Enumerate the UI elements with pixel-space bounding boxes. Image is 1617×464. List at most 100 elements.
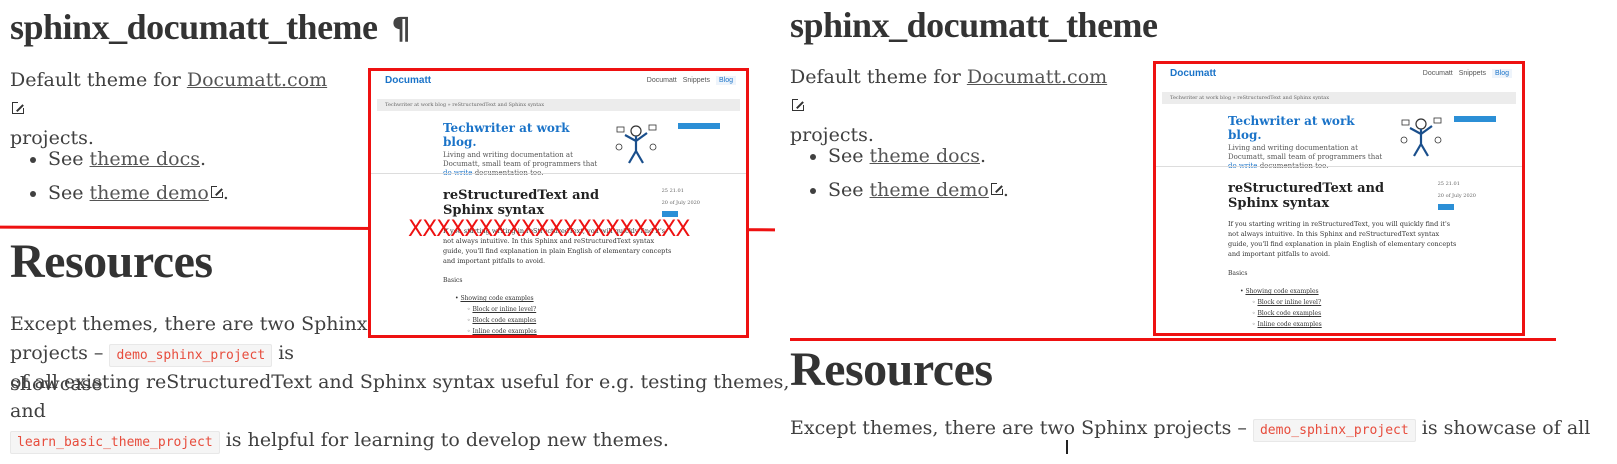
mock-toc-sub: ◦ Block or inline level? ◦ Block code exa… (467, 306, 537, 335)
text-cursor (1066, 440, 1068, 454)
theme-demo-link[interactable]: theme demo (90, 182, 209, 204)
mock-hero-title-a: Techwriter at work (443, 121, 570, 135)
red-x-marks: XXXXXXXXXXXXXXXXXXXX (408, 217, 690, 242)
resources-text: is showcase of all (1421, 417, 1591, 439)
mock-nav-item: Documatt (1422, 70, 1453, 77)
links-list: See theme docs. See theme demo. (790, 139, 1009, 207)
mock-nav-item: Blog (715, 76, 736, 85)
theme-docs-link[interactable]: theme docs (870, 145, 980, 167)
pilcrow-icon[interactable]: ¶ (392, 12, 411, 47)
mock-nav-item: Snippets (1458, 70, 1486, 77)
page-title: sphinx_documatt_theme (790, 5, 1158, 45)
list-item-text: See (828, 179, 870, 201)
mock-hero-title-b: blog. (443, 135, 477, 149)
mock-toc-sub: ◦ Block or inline level? ◦ Block code exa… (1252, 299, 1322, 328)
list-item: See theme demo. (828, 173, 1009, 207)
list-item: See theme docs. (48, 142, 229, 176)
mock-nav-item: Snippets (682, 77, 710, 84)
resources-text: Except themes, there are two Sphinx (10, 313, 368, 335)
code-learn-basic-theme-project: learn_basic_theme_project (10, 431, 220, 454)
external-link-icon (12, 101, 25, 114)
mock-toc-item: Showing code examples (460, 295, 534, 302)
code-demo-sphinx-project: demo_sphinx_project (1252, 419, 1416, 442)
mock-article-meta: 25 21.01 20 of July 2020 (1437, 178, 1476, 210)
list-item-text: See (48, 148, 90, 170)
intro-text: Default theme for (10, 69, 187, 91)
mock-nav-item: Documatt (646, 77, 677, 84)
mock-article-meta: 25 21.01 20 of July 2020 (661, 185, 700, 217)
documatt-link[interactable]: Documatt.com (187, 69, 327, 91)
external-link-icon (210, 185, 224, 198)
resources-heading: Resources (790, 343, 993, 396)
mock-toc-subitem: Inline code examples (1257, 321, 1322, 328)
mock-breadcrumb: Techwriter at work blog » reStructuredTe… (377, 99, 740, 111)
mock-article-title: reStructuredText and Sphinx syntax (1228, 181, 1385, 211)
list-item-text: See (48, 182, 90, 204)
mock-toc: • Showing code examples ◦ Block or inlin… (1240, 288, 1322, 328)
mock-twitter-button (678, 123, 720, 129)
list-item-punct: . (979, 145, 987, 167)
external-link-icon (792, 98, 805, 111)
mock-meta-1: 25 21.01 (1437, 181, 1460, 187)
intro-paragraph: Default theme for Documatt.com projects. (790, 63, 1110, 150)
resources-text: of all existing reStructuredText and Sph… (10, 371, 790, 422)
page-title-text: sphinx_documatt_theme (10, 7, 378, 47)
mock-hero-title: Techwriter at work blog. (1228, 114, 1388, 142)
mock-topbar: Documatt Documatt Snippets Blog (1156, 64, 1522, 90)
list-item: See theme demo. (48, 176, 229, 210)
mock-hero: Techwriter at work blog. Living and writ… (1228, 114, 1388, 171)
mock-meta-2: 20 of July 2020 (661, 200, 700, 206)
external-link-icon (990, 182, 1004, 195)
documatt-blog-screenshot: Documatt Documatt Snippets Blog Techwriter… (1153, 61, 1525, 336)
resources-text: is helpful for learning to develop new t… (225, 429, 669, 451)
list-item-punct: . (199, 148, 207, 170)
theme-docs-link[interactable]: theme docs (90, 148, 200, 170)
techwriter-illustration-icon (615, 124, 657, 164)
page-title: sphinx_documatt_theme ¶ (10, 6, 411, 48)
resources-paragraph: Except themes, there are two Sphinx proj… (790, 414, 1617, 445)
mock-toc-subitem: Block code examples (1257, 310, 1322, 317)
resources-text: Except themes, there are two Sphinx proj… (790, 417, 1247, 439)
mock-brand-logo: Documatt (1170, 68, 1217, 79)
mock-basics-heading: Basics (443, 277, 463, 284)
resources-text: projects – (10, 342, 104, 364)
mock-nav-item: Blog (1491, 69, 1512, 78)
mock-toc-subitem: Block code examples (472, 317, 537, 324)
mock-nav: Documatt Snippets Blog (641, 76, 736, 85)
mock-toc-subitem: Block or inline level? (1257, 299, 1322, 306)
theme-demo-link[interactable]: theme demo (870, 179, 989, 201)
mock-hero-text-a: Living and writing documentation at Docu… (443, 151, 598, 168)
list-item-text: See (828, 145, 870, 167)
documatt-link[interactable]: Documatt.com (967, 66, 1107, 88)
mock-nav: Documatt Snippets Blog (1417, 69, 1512, 78)
mock-separator (371, 173, 746, 174)
code-demo-sphinx-project: demo_sphinx_project (109, 344, 273, 367)
mock-meta-2: 20 of July 2020 (1437, 193, 1476, 199)
techwriter-illustration-icon (1400, 117, 1442, 157)
mock-hero-title-a: Techwriter at work (1228, 114, 1355, 128)
right-panel: sphinx_documatt_theme Default theme for … (790, 0, 1617, 464)
mock-toc-subitem: Block or inline level? (472, 306, 537, 313)
mock-article-title: reStructuredText and Sphinx syntax (443, 188, 600, 218)
documatt-blog-screenshot: Documatt Documatt Snippets Blog Techwriter… (368, 68, 749, 338)
left-panel: sphinx_documatt_theme ¶ Default theme for… (0, 0, 790, 464)
mock-separator (1156, 166, 1522, 167)
mock-hero: Techwriter at work blog. Living and writ… (443, 121, 603, 178)
intro-paragraph: Default theme for Documatt.com projects. (10, 66, 330, 153)
mock-meta-1: 25 21.01 (661, 188, 684, 194)
links-list: See theme docs. See theme demo. (10, 142, 229, 210)
red-annotation-line (790, 338, 1556, 341)
mock-share-button (1437, 204, 1454, 210)
mock-toc-subitem: Inline code examples (472, 328, 537, 335)
mock-hero-text-a: Living and writing documentation at Docu… (1228, 144, 1383, 161)
list-item: See theme docs. (828, 139, 1009, 173)
mock-twitter-button (1454, 116, 1496, 122)
mock-brand-logo: Documatt (385, 75, 432, 86)
mock-breadcrumb: Techwriter at work blog » reStructuredTe… (1162, 92, 1516, 104)
intro-text: Default theme for (790, 66, 967, 88)
mock-basics-heading: Basics (1228, 270, 1248, 277)
mock-hero-title: Techwriter at work blog. (443, 121, 603, 149)
mock-toc-item: Showing code examples (1245, 288, 1319, 295)
mock-hero-title-b: blog. (1228, 128, 1262, 142)
mock-toc: • Showing code examples ◦ Block or inlin… (455, 295, 537, 335)
